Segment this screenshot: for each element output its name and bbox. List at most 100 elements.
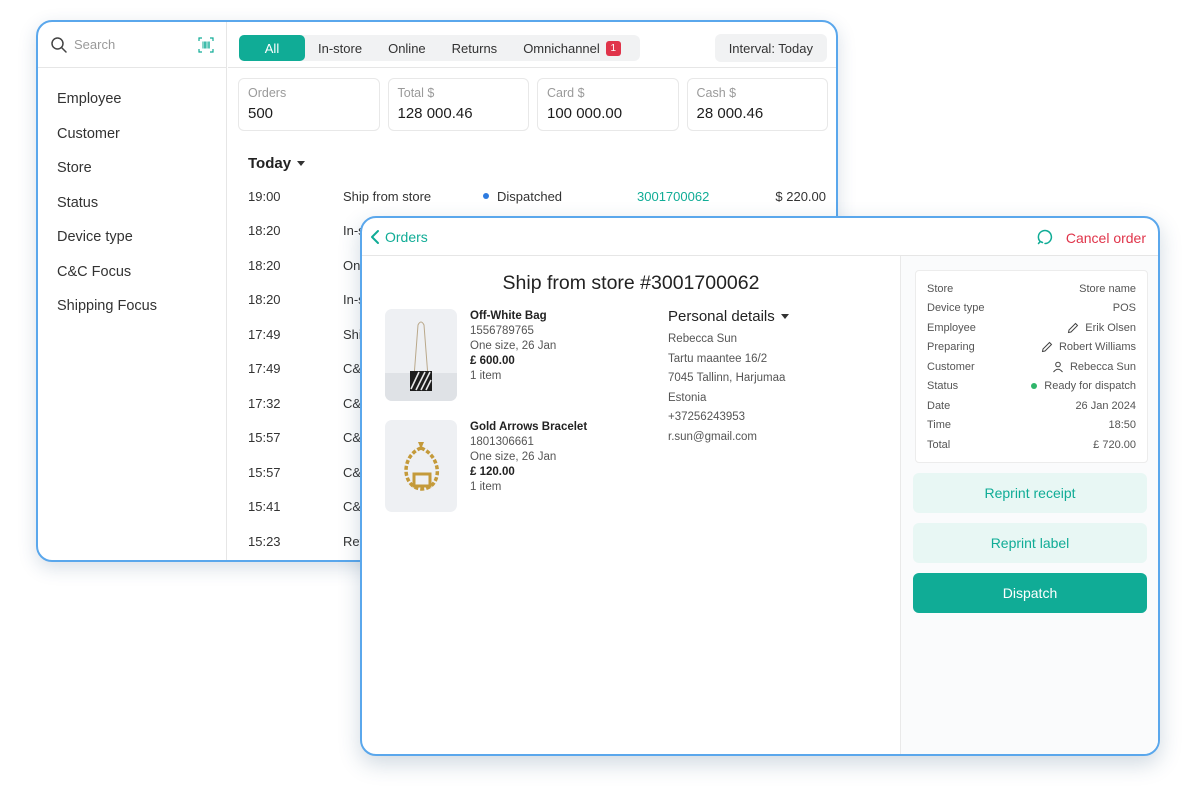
info-label: Preparing — [927, 341, 975, 354]
reprint-receipt-button[interactable]: Reprint receipt — [913, 473, 1147, 513]
product-info: Gold Arrows Bracelet 1801306661 One size… — [470, 420, 587, 512]
search-icon — [51, 36, 67, 53]
info-value: Store name — [1079, 282, 1136, 295]
search-bar — [38, 22, 226, 68]
back-to-orders-button[interactable]: Orders — [370, 229, 428, 245]
customer-name: Rebecca Sun — [668, 333, 738, 345]
info-value: £ 720.00 — [1093, 438, 1136, 451]
order-time: 17:49 — [248, 361, 281, 377]
order-time: 17:49 — [248, 326, 281, 342]
personal-details-toggle[interactable]: Personal details — [668, 308, 789, 325]
chevron-left-icon — [371, 230, 379, 244]
product-image-bag — [385, 309, 457, 401]
customer-email: r.sun@gmail.com — [668, 430, 758, 443]
person-icon — [1053, 361, 1063, 373]
filter-shipping-focus[interactable]: Shipping Focus — [38, 289, 226, 324]
filter-cc-focus[interactable]: C&C Focus — [38, 255, 226, 290]
order-id-link[interactable]: 3001700062 — [637, 189, 709, 204]
info-label: Time — [927, 419, 952, 432]
order-time: 15:57 — [248, 430, 281, 446]
order-title: Ship from store #3001700062 — [502, 272, 760, 294]
stat-value: 28 000.46 — [696, 105, 764, 122]
product-info: Off-White Bag 1556789765 One size, 26 Ja… — [470, 309, 556, 401]
filter-store[interactable]: Store — [38, 151, 226, 186]
order-time: 18:20 — [248, 257, 281, 273]
filter-device-type[interactable]: Device type — [38, 220, 226, 255]
tab-omnichannel[interactable]: Omnichannel 1 — [510, 35, 634, 61]
pencil-icon[interactable] — [1041, 341, 1053, 353]
info-row-date: Date 26 Jan 2024 — [927, 396, 1136, 416]
product-item[interactable]: Gold Arrows Bracelet 1801306661 One size… — [385, 420, 587, 512]
info-row-store: Store Store name — [927, 279, 1136, 299]
barcode-scan-icon[interactable] — [198, 37, 214, 53]
product-name: Gold Arrows Bracelet — [470, 421, 588, 433]
order-status-label: Dispatched — [497, 188, 563, 204]
filter-status[interactable]: Status — [38, 186, 226, 221]
tab-in-store[interactable]: In-store — [305, 35, 375, 61]
refresh-icon[interactable] — [1036, 228, 1054, 246]
customer-name-value: Rebecca Sun — [1069, 360, 1136, 373]
info-row-device-type: Device type POS — [927, 299, 1136, 319]
customer-phone: +37256243953 — [668, 411, 746, 423]
info-value: 18:50 — [1108, 419, 1136, 432]
reprint-label-button[interactable]: Reprint label — [913, 523, 1147, 563]
filter-list: Employee Customer Store Status Device ty… — [38, 82, 226, 324]
order-type: Ship from store — [343, 188, 432, 204]
stat-label: Card $ — [547, 86, 585, 100]
employee-name: Erik Olsen — [1085, 321, 1136, 334]
pencil-icon[interactable] — [1067, 322, 1079, 334]
product-price: £ 120.00 — [470, 466, 515, 478]
caret-down-icon — [297, 161, 306, 166]
stat-orders: Orders 500 — [238, 78, 380, 131]
order-time: 19:00 — [248, 188, 281, 204]
address-line-2: 7045 Tallinn, Harjumaa — [668, 372, 786, 384]
filter-customer[interactable]: Customer — [38, 117, 226, 152]
personal-details-title: Personal details — [668, 308, 775, 325]
tab-returns[interactable]: Returns — [439, 35, 511, 61]
table-row[interactable]: 19:00 Ship from store Dispatched 3001700… — [228, 179, 836, 214]
product-variant: One size, 26 Jan — [470, 451, 557, 463]
product-item[interactable]: Off-White Bag 1556789765 One size, 26 Ja… — [385, 309, 556, 401]
product-name: Off-White Bag — [470, 310, 547, 322]
info-value: POS — [1112, 302, 1136, 315]
info-row-total: Total £ 720.00 — [927, 435, 1136, 455]
caret-down-icon — [780, 314, 789, 319]
stat-value: 128 000.46 — [397, 105, 473, 122]
order-time: 15:57 — [248, 464, 281, 480]
order-time: 18:20 — [248, 223, 281, 239]
info-row-customer: Customer Rebecca Sun — [927, 357, 1136, 377]
product-image-bracelet — [385, 420, 457, 512]
info-label: Device type — [927, 302, 985, 315]
info-value: 26 Jan 2024 — [1075, 399, 1136, 412]
cancel-order-button[interactable]: Cancel order — [1066, 230, 1146, 246]
top-bar: All In-store Online Returns Omnichannel … — [228, 22, 836, 68]
info-value[interactable]: Rebecca Sun — [1052, 361, 1136, 373]
order-info-panel: Store Store name Device type POS Employe… — [915, 270, 1148, 463]
date-group-dropdown[interactable]: Today — [248, 155, 306, 172]
tab-online[interactable]: Online — [375, 35, 439, 61]
interval-selector[interactable]: Interval: Today — [714, 34, 827, 62]
stat-cash: Cash $ 28 000.46 — [686, 78, 828, 131]
tab-omnichannel-label: Omnichannel — [523, 40, 600, 56]
dispatch-button[interactable]: Dispatch — [913, 573, 1147, 613]
search-input[interactable] — [74, 37, 184, 52]
info-row-status: Status Ready for dispatch — [927, 377, 1136, 397]
tab-all[interactable]: All — [239, 35, 305, 61]
info-label: Employee — [927, 321, 976, 334]
stat-total: Total $ 128 000.46 — [387, 78, 529, 131]
info-label: Store — [927, 282, 954, 295]
order-time: 15:41 — [248, 499, 281, 515]
status-value: Ready for dispatch — [1044, 380, 1136, 393]
product-price: £ 600.00 — [470, 355, 515, 367]
preparer-name: Robert Williams — [1058, 341, 1136, 354]
stat-label: Orders — [248, 86, 287, 100]
product-variant: One size, 26 Jan — [470, 340, 557, 352]
filter-employee[interactable]: Employee — [38, 82, 226, 117]
back-label: Orders — [385, 229, 428, 245]
omnichannel-count-badge: 1 — [605, 40, 621, 56]
info-value[interactable]: Robert Williams — [1041, 341, 1136, 353]
status-dot-icon — [1031, 383, 1038, 390]
info-value[interactable]: Erik Olsen — [1067, 322, 1136, 334]
info-row-preparing: Preparing Robert Williams — [927, 338, 1136, 358]
info-label: Date — [927, 399, 951, 412]
